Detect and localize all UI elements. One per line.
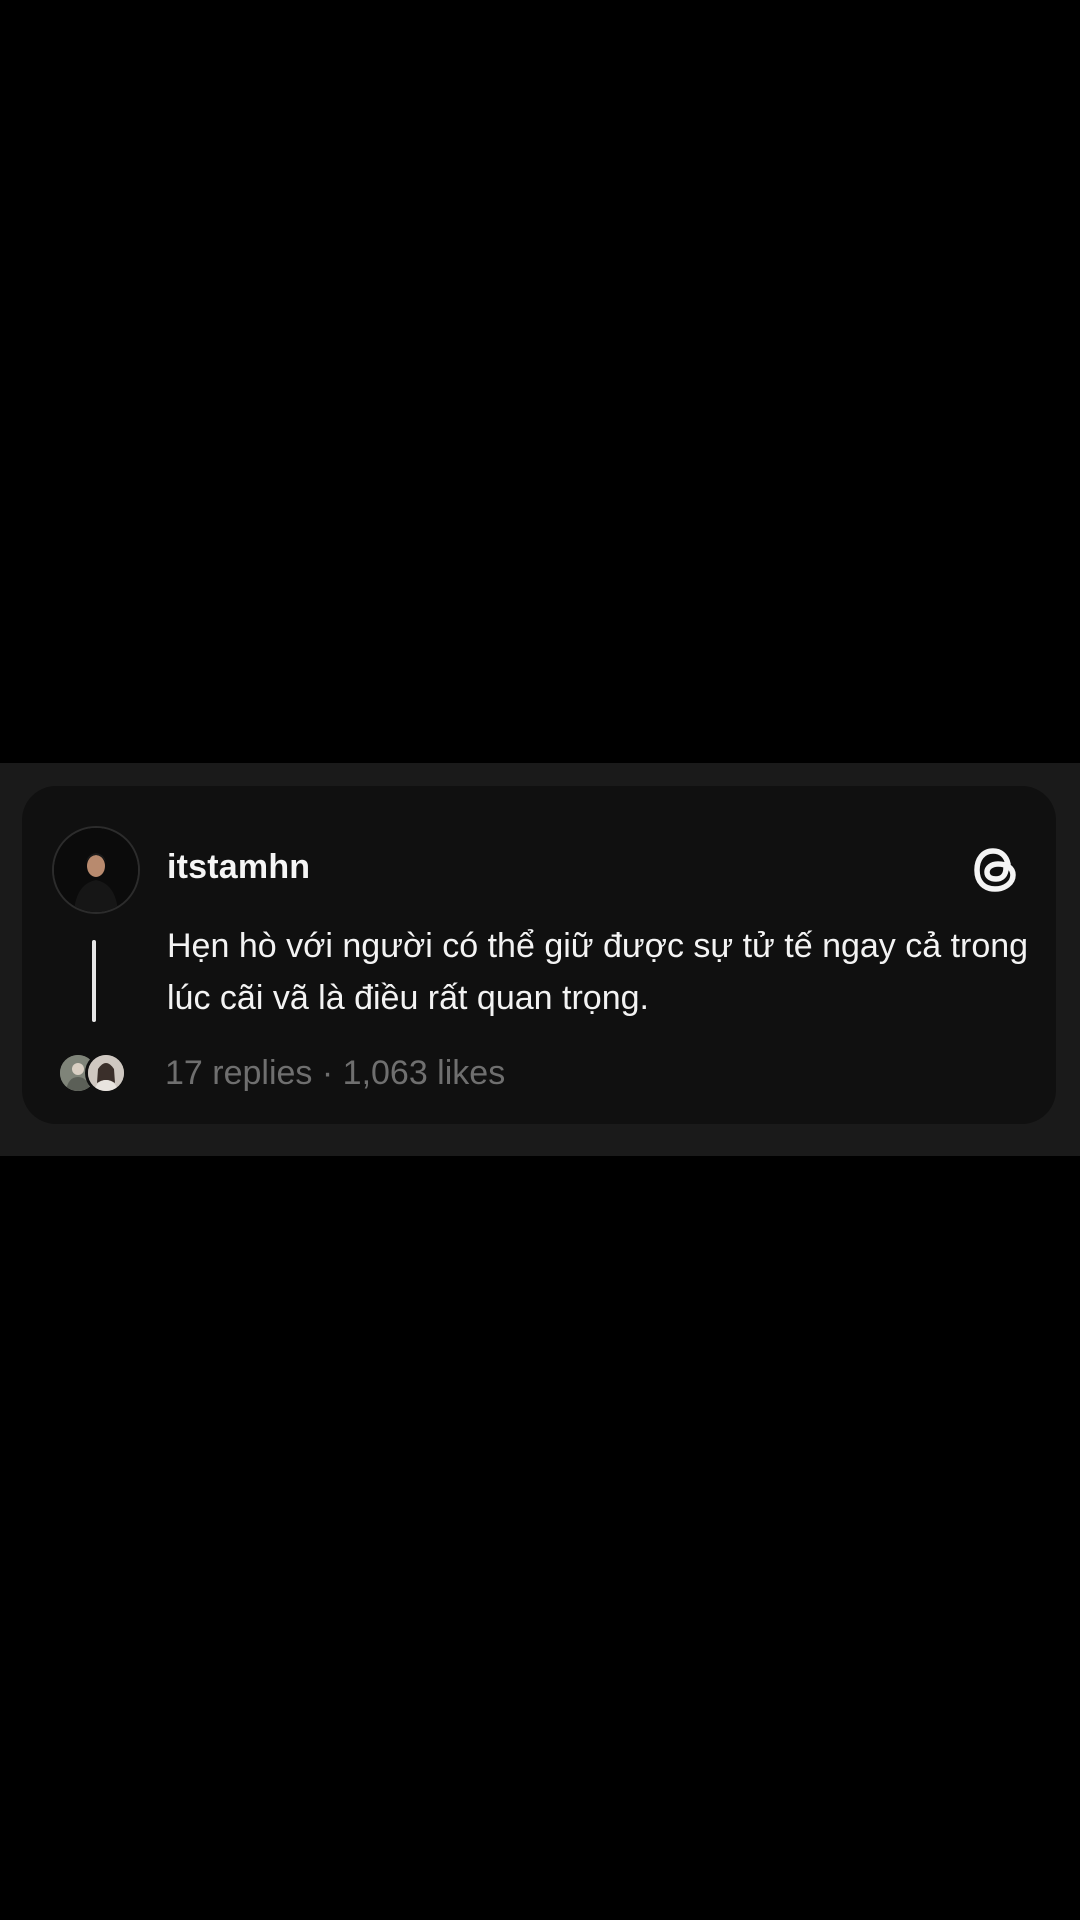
reply-avatar-2 [85,1052,127,1094]
replies-count[interactable]: 17 replies [165,1053,312,1093]
thread-connector-line [92,940,96,1022]
likes-count[interactable]: 1,063 likes [343,1053,506,1093]
post-text: Hẹn hò với người có thể giữ được sự tử t… [167,927,1029,1017]
user-avatar[interactable] [52,826,140,914]
threads-post-card[interactable]: itstamhn Hẹn hò với người có thể giữ đượ… [22,786,1056,1124]
reply-avatars [57,1051,137,1095]
post-stats: 17 replies · 1,063 likes [165,1053,505,1093]
stats-separator: · [321,1054,334,1092]
threads-logo-icon[interactable] [970,842,1022,898]
username[interactable]: itstamhn [167,848,310,887]
